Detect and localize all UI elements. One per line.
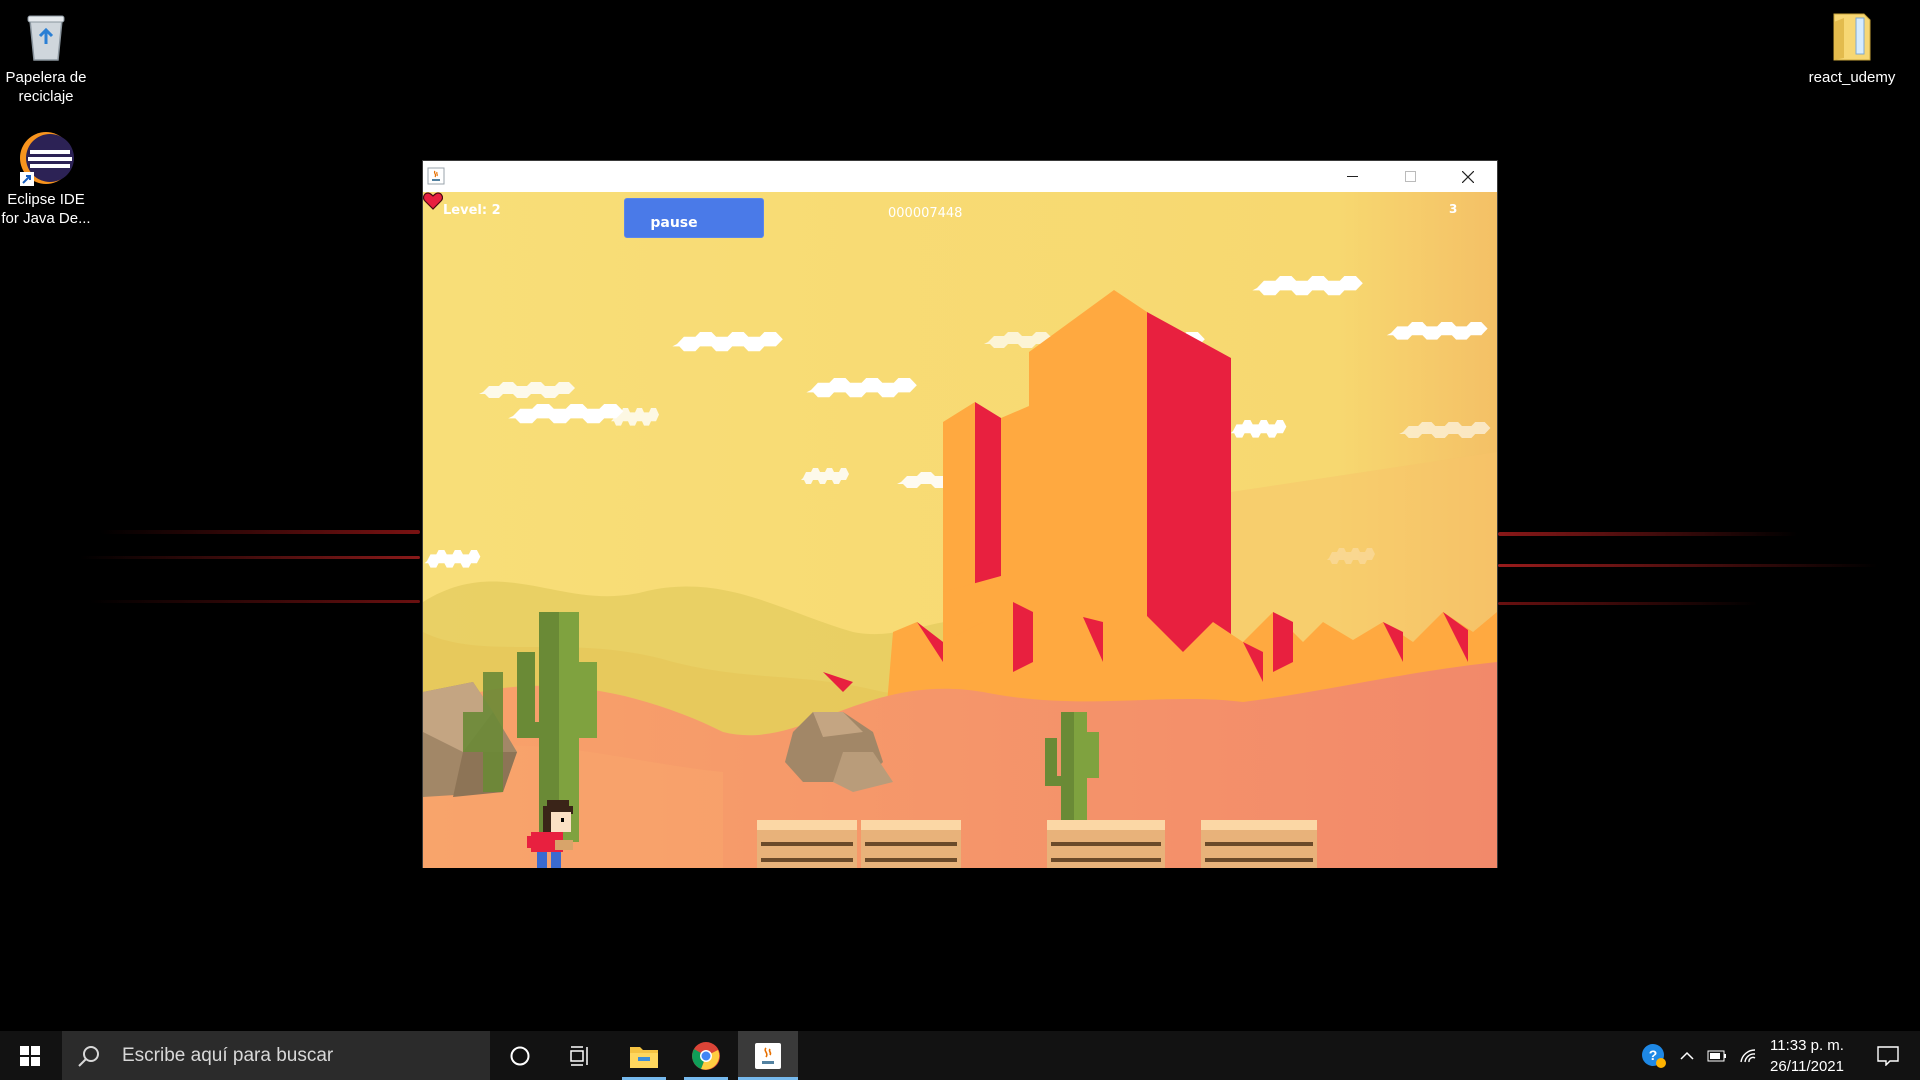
start-button[interactable] xyxy=(0,1031,60,1080)
java-icon xyxy=(755,1042,781,1069)
search-icon xyxy=(78,1045,99,1067)
help-icon: ? xyxy=(1642,1043,1666,1068)
desktop-icon-recycle-bin[interactable]: Papelera de reciclaje xyxy=(0,8,94,106)
maximize-button[interactable] xyxy=(1381,161,1439,192)
window-titlebar[interactable] xyxy=(423,161,1497,192)
clock-time: 11:33 p. m. xyxy=(1770,1037,1844,1054)
task-view-button[interactable] xyxy=(550,1031,610,1080)
action-center-button[interactable] xyxy=(1862,1031,1914,1080)
task-view-icon xyxy=(570,1045,588,1066)
game-scene xyxy=(423,192,1497,868)
desktop-icon-react-udemy[interactable]: react_udemy xyxy=(1804,8,1900,87)
pause-button[interactable]: pause xyxy=(624,198,764,238)
game-window: Level: 2 pause 000007448 3 xyxy=(422,160,1498,868)
wallpaper-streak xyxy=(80,556,420,559)
lives-count: 3 xyxy=(1449,202,1458,216)
eclipse-icon xyxy=(18,130,74,186)
taskbar-chrome[interactable] xyxy=(680,1031,732,1080)
wallpaper-streak xyxy=(1498,532,1798,536)
cortana-icon xyxy=(510,1046,530,1065)
search-input[interactable]: Escribe aquí para buscar xyxy=(62,1031,490,1080)
close-icon xyxy=(1462,170,1474,183)
clock-date: 26/11/2021 xyxy=(1770,1058,1844,1075)
platform xyxy=(1201,820,1317,868)
cortana-button[interactable] xyxy=(490,1031,550,1080)
desktop-icon-eclipse[interactable]: Eclipse IDE for Java De... xyxy=(0,130,94,228)
wallpaper-streak xyxy=(90,600,420,603)
svg-text:?: ? xyxy=(1649,1047,1658,1063)
folder-icon xyxy=(1824,8,1880,64)
taskbar-clock[interactable]: 11:33 p. m. 26/11/2021 xyxy=(1752,1035,1862,1077)
desktop-icon-label: react_udemy xyxy=(1808,69,1896,86)
notification-icon xyxy=(1877,1045,1899,1066)
search-placeholder: Escribe aquí para buscar xyxy=(122,1044,334,1066)
recycle-bin-icon xyxy=(18,8,74,64)
show-hidden-icons-button[interactable] xyxy=(1674,1031,1700,1080)
file-explorer-icon xyxy=(630,1046,658,1068)
help-tray-icon[interactable]: ? xyxy=(1636,1031,1672,1080)
java-icon xyxy=(427,167,445,185)
desktop-icon-label: Eclipse IDE for Java De... xyxy=(1,191,91,227)
taskbar-java[interactable] xyxy=(738,1031,798,1080)
taskbar-file-explorer[interactable] xyxy=(618,1031,670,1080)
score-display: 000007448 xyxy=(888,206,963,221)
wallpaper-streak xyxy=(1498,564,1878,567)
battery-tray-icon[interactable] xyxy=(1702,1031,1732,1080)
wallpaper-streak xyxy=(1498,602,1758,605)
minimize-icon xyxy=(1346,176,1358,177)
platform xyxy=(1047,820,1165,868)
desktop: Papelera de reciclaje Eclipse IDE for Ja… xyxy=(0,0,1920,1031)
chrome-icon xyxy=(692,1041,720,1070)
close-button[interactable] xyxy=(1439,161,1497,192)
heart-icon xyxy=(423,192,443,210)
taskbar: Escribe aquí para buscar ? 11:33 p. m. 2… xyxy=(0,1031,1920,1080)
level-label: Level: 2 xyxy=(443,203,501,218)
battery-icon xyxy=(1707,1050,1726,1061)
desktop-icon-label: Papelera de reciclaje xyxy=(5,69,87,105)
maximize-icon xyxy=(1404,171,1416,182)
chevron-up-icon xyxy=(1680,1051,1694,1060)
game-canvas[interactable]: Level: 2 pause 000007448 3 xyxy=(423,192,1497,868)
mesa xyxy=(943,402,975,602)
wallpaper-streak xyxy=(100,530,420,534)
minimize-button[interactable] xyxy=(1323,161,1381,192)
mesa-face xyxy=(975,402,1001,592)
windows-icon xyxy=(20,1045,40,1066)
